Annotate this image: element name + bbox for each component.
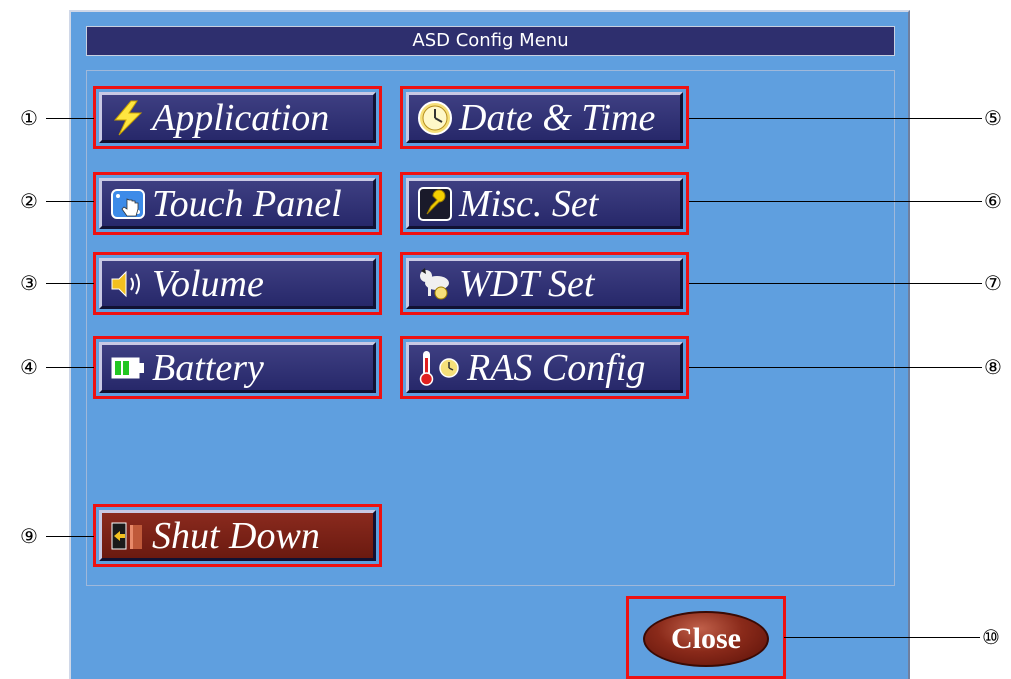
callout-line-4 <box>46 367 94 368</box>
battery-icon <box>110 350 146 386</box>
wdt-set-button[interactable]: WDT Set <box>400 252 689 315</box>
callout-1: ① <box>20 106 38 130</box>
thermometer-clock-icon <box>417 350 461 386</box>
callout-10: ⑩ <box>982 625 1000 649</box>
callout-line-5 <box>689 118 982 119</box>
callout-line-8 <box>689 367 982 368</box>
callout-line-1 <box>46 118 94 119</box>
speaker-icon <box>110 266 146 302</box>
callout-5: ⑤ <box>984 106 1002 130</box>
close-button-highlight: Close <box>626 596 786 679</box>
ras-config-label: RAS Config <box>467 346 646 389</box>
callout-line-2 <box>46 201 94 202</box>
wrench-icon <box>417 186 453 222</box>
misc-set-label: Misc. Set <box>459 182 599 225</box>
wdt-set-label: WDT Set <box>459 262 595 305</box>
callout-line-3 <box>46 283 94 284</box>
callout-8: ⑧ <box>984 355 1002 379</box>
callout-line-9 <box>46 536 94 537</box>
callout-2: ② <box>20 189 38 213</box>
shut-down-button[interactable]: Shut Down <box>93 504 382 567</box>
misc-set-button[interactable]: Misc. Set <box>400 172 689 235</box>
shut-down-label: Shut Down <box>152 514 320 557</box>
callout-6: ⑥ <box>984 189 1002 213</box>
callout-3: ③ <box>20 271 38 295</box>
window-title: ASD Config Menu <box>86 26 895 56</box>
callout-line-10 <box>784 637 980 638</box>
battery-label: Battery <box>152 346 264 389</box>
touch-hand-icon <box>110 186 146 222</box>
callout-9: ⑨ <box>20 524 38 548</box>
callout-7: ⑦ <box>984 271 1002 295</box>
battery-button[interactable]: Battery <box>93 336 382 399</box>
volume-button[interactable]: Volume <box>93 252 382 315</box>
date-time-button[interactable]: Date & Time <box>400 86 689 149</box>
touch-panel-label: Touch Panel <box>152 182 342 225</box>
close-button[interactable]: Close <box>643 611 769 667</box>
lightning-icon <box>110 100 146 136</box>
ras-config-button[interactable]: RAS Config <box>400 336 689 399</box>
clock-icon <box>417 100 453 136</box>
exit-door-icon <box>110 518 146 554</box>
volume-label: Volume <box>152 262 264 305</box>
application-button[interactable]: Application <box>93 86 382 149</box>
touch-panel-button[interactable]: Touch Panel <box>93 172 382 235</box>
callout-line-6 <box>689 201 982 202</box>
callout-line-7 <box>689 283 982 284</box>
application-label: Application <box>152 96 330 139</box>
dog-icon <box>417 266 453 302</box>
callout-4: ④ <box>20 355 38 379</box>
date-time-label: Date & Time <box>459 96 656 139</box>
